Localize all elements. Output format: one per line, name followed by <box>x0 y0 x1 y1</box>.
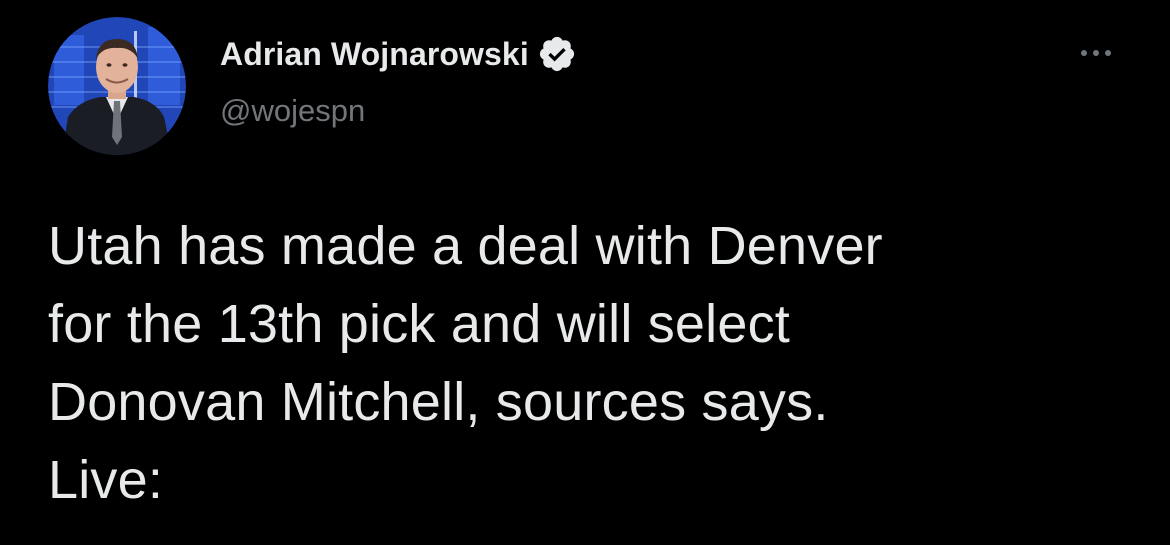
tweet-text-line: Donovan Mitchell, sources says. <box>48 372 829 432</box>
more-options-icon[interactable] <box>1072 38 1120 68</box>
more-dot <box>1081 50 1087 56</box>
author-name-row: Adrian Wojnarowski <box>220 34 577 74</box>
tweet-text: Utah has made a deal with Denver for the… <box>48 207 1128 519</box>
tweet-text-line: Live: <box>48 450 164 510</box>
tweet-text-line: Utah has made a deal with Denver <box>48 216 883 276</box>
author-avatar[interactable] <box>48 17 186 155</box>
tweet-card: Adrian Wojnarowski @wojespn Utah has mad… <box>0 0 1170 545</box>
author-display-name[interactable]: Adrian Wojnarowski <box>220 36 529 73</box>
author-handle[interactable]: @wojespn <box>220 93 365 129</box>
more-dot <box>1105 50 1111 56</box>
verified-badge-icon <box>537 34 577 74</box>
more-dot <box>1093 50 1099 56</box>
tweet-text-line: for the 13th pick and will select <box>48 294 790 354</box>
avatar-image <box>48 17 186 155</box>
